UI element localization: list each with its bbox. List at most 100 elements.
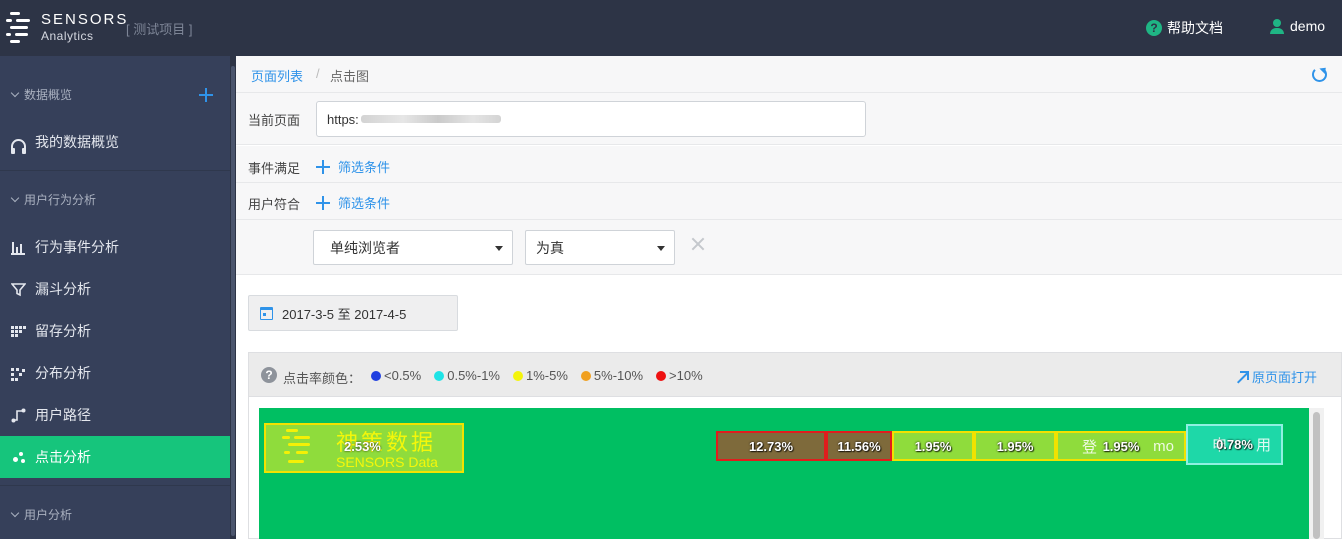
hotspot-percentage: 12.73% [748, 438, 794, 454]
heatmap-hotspot[interactable]: 1.95% [974, 431, 1056, 461]
hotspot-percentage: 1.95% [914, 438, 952, 454]
event-add-filter-button[interactable]: 筛选条件 [316, 157, 390, 176]
legend-label: >10% [669, 368, 703, 383]
hotspot-percentage: 0.78% [1216, 437, 1253, 452]
add-filter-label: 筛选条件 [338, 196, 391, 211]
hotspot-percentage: 2.53% [344, 439, 381, 454]
heatmap-hotspot[interactable]: 11.56% [826, 431, 892, 461]
legend-item: 5%-10% [580, 368, 644, 383]
current-page-label: 当前页面 [248, 113, 301, 128]
user-filter-row: 用户符合 筛选条件 [236, 183, 1342, 220]
legend-item: 0.5%-1% [434, 368, 500, 383]
open-original-label: 原页面打开 [1252, 370, 1318, 385]
sidebar-item-user-path[interactable]: 用户路径 [0, 394, 230, 436]
legend-dot-icon [434, 370, 445, 381]
heatmap-hotspot[interactable]: 登 mo 1.95% [1056, 431, 1186, 461]
underlying-text: mo [1153, 437, 1174, 455]
condition-operator-select[interactable]: 为真 [525, 230, 675, 265]
project-name[interactable]: [ 测试项目 ] [126, 19, 192, 38]
sidebar-item-event-analysis[interactable]: 行为事件分析 [0, 226, 230, 268]
sidebar-group-overview[interactable]: 数据概览 [10, 86, 72, 103]
funnel-icon [11, 282, 26, 296]
caret-down-icon [657, 246, 665, 251]
sidebar-group-users[interactable]: 用户分析 [10, 506, 73, 523]
heatmap-logo-hotspot[interactable]: 神策数据 SENSORS Data 2.53% [264, 423, 464, 473]
calendar-icon [260, 306, 273, 320]
brand-name: SENSORS [41, 11, 129, 28]
event-filter-row: 事件满足 筛选条件 [236, 146, 1342, 183]
sidebar-item-label: 我的数据概览 [35, 134, 119, 150]
help-docs-link[interactable]: ? 帮助文档 [1146, 18, 1223, 38]
sidebar-item-retention[interactable]: 留存分析 [0, 310, 230, 352]
date-range-picker[interactable]: 2017-3-5 至 2017-4-5 [248, 295, 458, 331]
user-condition-row: 单纯浏览者 为真 [236, 220, 1342, 275]
legend: <0.5% 0.5%-1% 1%-5% 5%-10% >10% [371, 368, 703, 383]
sidebar-divider [0, 485, 230, 486]
heatmap-hotspot[interactable]: 1.95% [892, 431, 974, 461]
legend-dot-icon [512, 370, 523, 381]
sidebar-divider [0, 170, 230, 171]
sidebar-group-title: 用户行为分析 [24, 193, 97, 207]
legend-label: 5%-10% [593, 368, 644, 383]
click-icon [11, 450, 26, 465]
user-name: demo [1290, 18, 1326, 34]
date-range-value: 2017-3-5 至 2017-4-5 [282, 306, 407, 322]
question-icon[interactable]: ? [261, 367, 277, 383]
heatmap-hotspot[interactable]: 申用 0.78% [1186, 424, 1283, 465]
sidebar-item-my-overview[interactable]: 我的数据概览 [0, 121, 230, 163]
distribution-icon [11, 366, 26, 381]
plus-icon [316, 195, 330, 210]
help-icon: ? [1146, 20, 1162, 36]
sidebar-item-label: 留存分析 [35, 323, 91, 339]
path-icon [11, 408, 26, 422]
sidebar-item-funnel[interactable]: 漏斗分析 [0, 268, 230, 310]
url-text: https: [327, 111, 359, 127]
chevron-down-icon [10, 193, 20, 203]
legend-dot-icon [371, 370, 381, 381]
hotspot-percentage: 11.56% [837, 438, 881, 454]
chevron-down-icon [10, 88, 20, 98]
brand-subtitle: Analytics [41, 29, 94, 43]
legend-dot-icon [580, 370, 591, 381]
user-menu[interactable]: demo [1270, 18, 1325, 34]
user-filter-label: 用户符合 [248, 197, 301, 212]
add-overview-button[interactable] [198, 87, 214, 103]
legend-item: 1%-5% [512, 368, 568, 383]
breadcrumb: 页面列表 / 点击图 [236, 56, 1342, 93]
sidebar-item-click-analysis[interactable]: 点击分析 [0, 436, 230, 478]
sensors-logo-icon[interactable] [6, 10, 36, 46]
chevron-down-icon [10, 508, 20, 518]
legend-item: <0.5% [371, 368, 421, 383]
hotspot-percentage: 1.95% [1102, 438, 1140, 454]
user-add-filter-button[interactable]: 筛选条件 [316, 193, 390, 212]
add-filter-label: 筛选条件 [338, 160, 391, 175]
legend-label: <0.5% [384, 368, 422, 383]
top-bar: SENSORS Analytics [ 测试项目 ] ? 帮助文档 demo [0, 0, 1342, 56]
breadcrumb-page-list-link[interactable]: 页面列表 [251, 66, 303, 85]
remove-condition-icon[interactable] [691, 237, 705, 251]
sidebar-group-behavior[interactable]: 用户行为分析 [10, 191, 97, 208]
help-docs-label: 帮助文档 [1167, 20, 1223, 36]
condition-property-select[interactable]: 单纯浏览者 [313, 230, 513, 265]
current-page-row: 当前页面 https: [236, 93, 1342, 145]
select-value: 为真 [536, 239, 564, 256]
external-arrow-icon [1237, 370, 1249, 383]
breadcrumb-current: 点击图 [330, 69, 370, 84]
sidebar-item-label: 点击分析 [35, 449, 91, 465]
user-icon [1270, 18, 1284, 34]
plus-icon [316, 159, 330, 174]
sidebar-group-title: 用户分析 [24, 508, 73, 522]
refresh-icon[interactable] [1312, 67, 1327, 82]
sidebar-item-distribution[interactable]: 分布分析 [0, 352, 230, 394]
heatmap-hotspot[interactable]: 12.73% [716, 431, 826, 461]
open-original-page-link[interactable]: 原页面打开 [1237, 367, 1317, 386]
legend-item: >10% [656, 368, 703, 383]
current-page-url-input[interactable]: https: [316, 101, 866, 137]
retention-icon [11, 324, 26, 339]
sidebar-item-label: 用户路径 [35, 407, 91, 423]
sidebar-item-label: 行为事件分析 [35, 239, 119, 255]
legend-dot-icon [656, 370, 667, 381]
preview-scrollbar[interactable] [1309, 408, 1324, 539]
caret-down-icon [495, 246, 503, 251]
underlying-text: 登 [1082, 438, 1098, 456]
